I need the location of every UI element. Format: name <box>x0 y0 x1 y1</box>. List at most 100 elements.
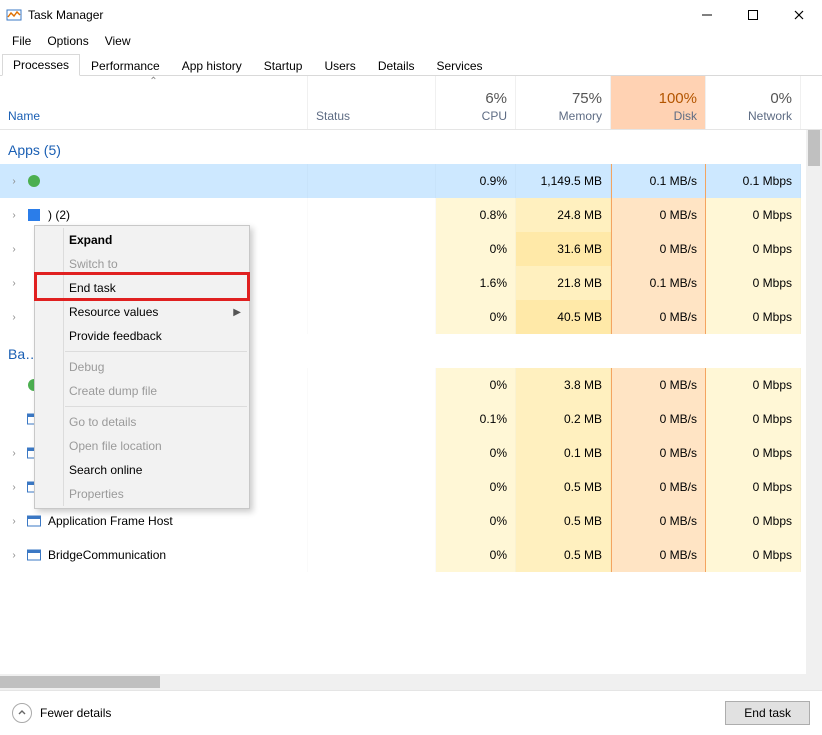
context-menu: Expand Switch to End task Resource value… <box>34 225 250 509</box>
col-cpu-label: CPU <box>482 109 507 123</box>
col-disk[interactable]: 100% Disk <box>611 76 706 129</box>
minimize-button[interactable] <box>684 0 730 30</box>
expand-chevron-icon[interactable]: › <box>8 210 20 221</box>
ctx-go-to-details: Go to details <box>35 410 249 434</box>
menu-view[interactable]: View <box>97 32 139 50</box>
cell-memory: 24.8 MB <box>516 198 611 232</box>
process-row[interactable]: ›Application Frame Host0%0.5 MB0 MB/s0 M… <box>0 504 822 538</box>
col-net-label: Network <box>748 109 792 123</box>
tab-app-history[interactable]: App history <box>171 55 253 76</box>
end-task-button[interactable]: End task <box>725 701 810 725</box>
cell-disk: 0 MB/s <box>611 470 706 504</box>
col-name[interactable]: ⌃ Name <box>0 76 308 129</box>
col-status[interactable]: Status <box>308 76 436 129</box>
cell-name[interactable]: › Application Frame Host <box>0 504 308 538</box>
hscroll-thumb[interactable] <box>0 676 160 688</box>
col-cpu-pct: 6% <box>485 90 507 107</box>
ctx-provide-feedback[interactable]: Provide feedback <box>35 324 249 348</box>
cell-name[interactable]: › <box>0 164 308 198</box>
horizontal-scrollbar[interactable] <box>0 674 806 690</box>
process-icon <box>26 173 42 189</box>
cell-disk: 0 MB/s <box>611 538 706 572</box>
tab-startup[interactable]: Startup <box>253 55 314 76</box>
expand-chevron-icon[interactable]: › <box>8 482 20 493</box>
ctx-end-task[interactable]: End task <box>35 276 249 300</box>
menu-file[interactable]: File <box>4 32 39 50</box>
cell-memory: 1,149.5 MB <box>516 164 611 198</box>
ctx-open-file-location: Open file location <box>35 434 249 458</box>
cell-status <box>308 368 436 402</box>
process-icon <box>26 547 42 563</box>
process-row[interactable]: ›0.9%1,149.5 MB0.1 MB/s0.1 Mbps <box>0 164 822 198</box>
expand-chevron-icon[interactable]: › <box>8 278 20 289</box>
close-button[interactable] <box>776 0 822 30</box>
tab-users[interactable]: Users <box>313 55 366 76</box>
col-disk-label: Disk <box>674 109 697 123</box>
cell-cpu: 0% <box>436 368 516 402</box>
cell-memory: 40.5 MB <box>516 300 611 334</box>
cell-status <box>308 538 436 572</box>
tab-performance[interactable]: Performance <box>80 55 171 76</box>
ctx-expand[interactable]: Expand <box>35 228 249 252</box>
process-icon <box>26 513 42 529</box>
cell-disk: 0 MB/s <box>611 402 706 436</box>
expand-chevron-icon[interactable]: › <box>8 244 20 255</box>
cell-cpu: 1.6% <box>436 266 516 300</box>
ctx-separator-2 <box>65 406 247 407</box>
vscroll-thumb[interactable] <box>808 130 820 166</box>
cell-network: 0 Mbps <box>706 198 801 232</box>
tab-details[interactable]: Details <box>367 55 426 76</box>
cell-cpu: 0.1% <box>436 402 516 436</box>
menu-options[interactable]: Options <box>39 32 96 50</box>
cell-network: 0 Mbps <box>706 436 801 470</box>
category-label: Apps (5) <box>0 130 801 164</box>
ctx-search-online[interactable]: Search online <box>35 458 249 482</box>
cell-cpu: 0% <box>436 538 516 572</box>
process-icon <box>26 207 42 223</box>
window-title: Task Manager <box>28 8 103 22</box>
cell-disk: 0 MB/s <box>611 504 706 538</box>
expand-chevron-icon[interactable]: › <box>8 312 20 323</box>
cell-disk: 0 MB/s <box>611 232 706 266</box>
cell-memory: 0.5 MB <box>516 470 611 504</box>
cell-status <box>308 198 436 232</box>
cell-network: 0 Mbps <box>706 368 801 402</box>
tab-services[interactable]: Services <box>426 55 494 76</box>
process-name: Application Frame Host <box>48 514 173 528</box>
vertical-scrollbar[interactable] <box>806 130 822 690</box>
col-mem-label: Memory <box>559 109 602 123</box>
category-row: Apps (5) <box>0 130 822 164</box>
titlebar: Task Manager <box>0 0 822 30</box>
col-cpu[interactable]: 6% CPU <box>436 76 516 129</box>
col-name-label: Name <box>8 109 299 123</box>
process-row[interactable]: ›BridgeCommunication0%0.5 MB0 MB/s0 Mbps <box>0 538 822 572</box>
fewer-details-icon[interactable] <box>12 703 32 723</box>
col-disk-pct: 100% <box>659 90 697 107</box>
tab-strip: Processes Performance App history Startu… <box>0 52 822 76</box>
cell-status <box>308 402 436 436</box>
ctx-create-dump: Create dump file <box>35 379 249 403</box>
ctx-resource-values[interactable]: Resource values ▶ <box>35 300 249 324</box>
footer: Fewer details End task <box>0 690 822 735</box>
cell-disk: 0 MB/s <box>611 300 706 334</box>
cell-network: 0 Mbps <box>706 504 801 538</box>
col-memory[interactable]: 75% Memory <box>516 76 611 129</box>
expand-chevron-icon[interactable]: › <box>8 176 20 187</box>
cell-disk: 0 MB/s <box>611 198 706 232</box>
cell-status <box>308 232 436 266</box>
expand-chevron-icon[interactable]: › <box>8 550 20 561</box>
cell-memory: 31.6 MB <box>516 232 611 266</box>
expand-chevron-icon[interactable]: › <box>8 516 20 527</box>
cell-disk: 0 MB/s <box>611 436 706 470</box>
tab-processes[interactable]: Processes <box>2 54 80 76</box>
cell-memory: 21.8 MB <box>516 266 611 300</box>
cell-cpu: 0% <box>436 504 516 538</box>
col-network[interactable]: 0% Network <box>706 76 801 129</box>
expand-chevron-icon[interactable]: › <box>8 448 20 459</box>
cell-status <box>308 300 436 334</box>
cell-name[interactable]: ›BridgeCommunication <box>0 538 308 572</box>
fewer-details-label[interactable]: Fewer details <box>40 706 111 720</box>
cell-status <box>308 470 436 504</box>
maximize-button[interactable] <box>730 0 776 30</box>
cell-memory: 0.2 MB <box>516 402 611 436</box>
